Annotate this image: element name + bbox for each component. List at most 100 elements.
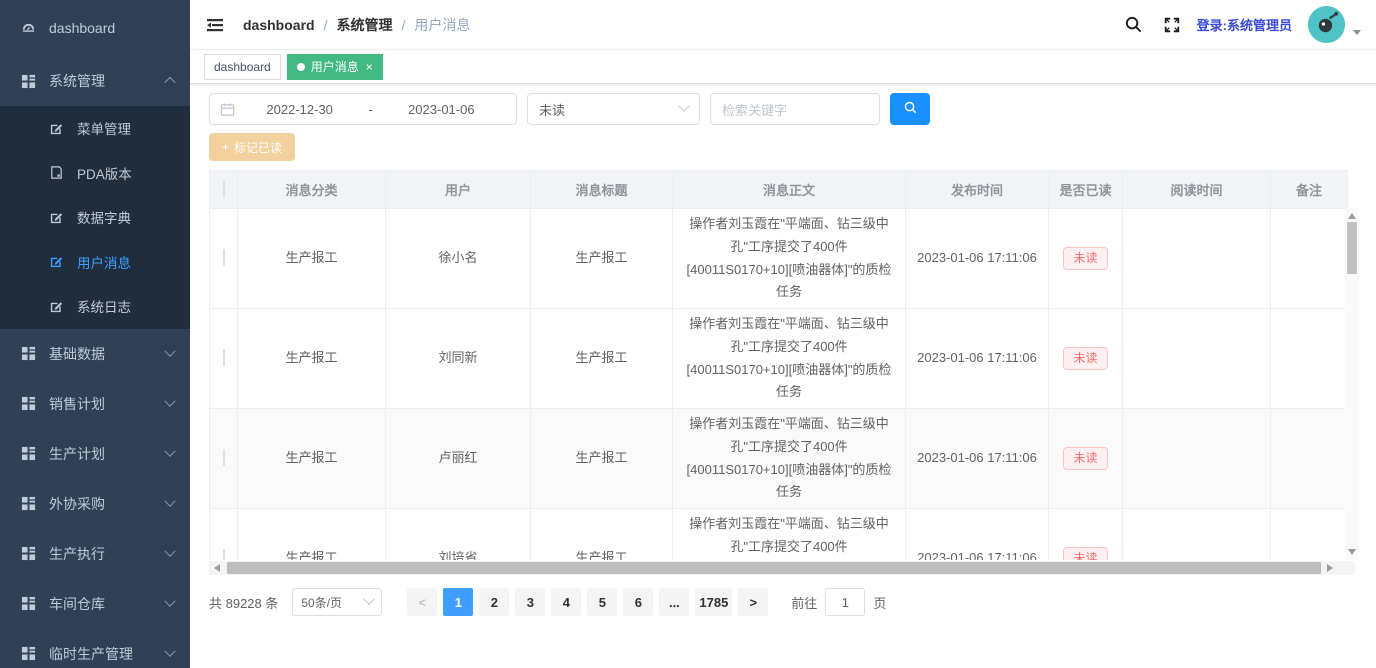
chevron-down-icon [364,594,375,605]
horizontal-scrollbar[interactable] [209,561,1355,575]
prev-page-button[interactable]: < [407,588,437,616]
date-end-value[interactable]: 2023-01-06 [377,102,506,117]
cell-user: 徐小名 [386,209,531,309]
sidebar-item-production-plan[interactable]: 生产计划 [0,429,190,479]
row-checkbox[interactable] [223,449,225,466]
cell-body: 操作者刘玉霞在"平端面、钻三级中孔"工序提交了400件[40011S0170+1… [673,509,906,561]
tab-dashboard[interactable]: dashboard [204,54,281,80]
sidebar-item-label: 数据字典 [77,207,174,227]
sidebar-item-production-exec[interactable]: 生产执行 [0,529,190,579]
active-dot-icon [297,63,305,71]
caret-down-icon[interactable] [1353,30,1361,35]
cell-read-status: 未读 [1049,209,1123,309]
search-button[interactable] [890,93,930,125]
page-button-3[interactable]: 3 [515,588,545,616]
breadcrumb-item-system-mgmt[interactable]: 系统管理 [336,15,392,35]
navbar-right: 登录:系统管理员 [1107,6,1361,43]
mark-read-button[interactable]: + 标记已读 [209,133,295,161]
cell-remark [1271,309,1348,409]
cell-read-time [1123,509,1271,561]
page-size-value: 50条/页 [301,594,342,611]
page-button-6[interactable]: 6 [623,588,653,616]
breadcrumb-item-current: 用户消息 [414,15,470,35]
sidebar-item-menu-mgmt[interactable]: 菜单管理 [0,106,190,151]
date-range-picker[interactable]: 2022-12-30 - 2023-01-06 [209,93,517,125]
scroll-left-arrow-icon[interactable] [214,564,220,572]
avatar[interactable] [1308,6,1345,43]
page-button-1785[interactable]: 1785 [695,588,732,616]
sidebar-item-user-messages[interactable]: 用户消息 [0,240,190,285]
table-row: 生产报工 徐小名 生产报工 操作者刘玉霞在"平端面、钻三级中孔"工序提交了400… [210,209,1348,309]
goto-page-input[interactable]: 1 [825,588,865,616]
cell-title: 生产报工 [531,209,673,309]
cell-time: 2023-01-06 17:11:06 [906,209,1049,309]
goto-label: 前往 [791,593,817,612]
vertical-scrollbar[interactable] [1345,208,1359,560]
total-count-label: 共 89228 条 [209,593,278,612]
page-button-5[interactable]: 5 [587,588,617,616]
cell-category: 生产报工 [238,409,386,509]
breadcrumb-separator: / [401,17,405,33]
table-row: 生产报工 卢丽红 生产报工 操作者刘玉霞在"平端面、钻三级中孔"工序提交了400… [210,409,1348,509]
collapse-sidebar-icon[interactable] [205,15,225,35]
unread-tag: 未读 [1063,547,1107,560]
grid-icon [20,546,36,562]
scroll-up-arrow-icon[interactable] [1348,213,1356,219]
sidebar-item-pda-version[interactable]: PDA版本 [0,151,190,196]
next-page-button[interactable]: > [738,588,768,616]
page-button-2[interactable]: 2 [479,588,509,616]
tab-user-messages[interactable]: 用户消息 × [287,54,383,80]
sidebar-item-system-mgmt[interactable]: 系统管理 [0,56,190,106]
messages-table: 消息分类 用户 消息标题 消息正文 发布时间 是否已读 阅读时间 备注 [209,170,1359,560]
search-icon[interactable] [1123,14,1145,36]
cell-category: 生产报工 [238,209,386,309]
sidebar-item-sales-plan[interactable]: 销售计划 [0,379,190,429]
grid-icon [20,496,36,512]
more-pages-button[interactable]: ... [659,588,689,616]
sidebar-item-temp-production-mgmt[interactable]: 临时生产管理 [0,629,190,668]
page-button-4[interactable]: 4 [551,588,581,616]
row-checkbox[interactable] [223,349,225,366]
grid-icon [20,346,36,362]
fullscreen-icon[interactable] [1161,14,1183,36]
select-all-checkbox[interactable] [223,181,225,198]
breadcrumb-item-dashboard[interactable]: dashboard [243,17,315,33]
read-status-select[interactable]: 未读 [527,93,700,125]
sidebar-item-base-data[interactable]: 基础数据 [0,329,190,379]
main-area: dashboard / 系统管理 / 用户消息 登录:系统管理员 [190,0,1376,668]
cell-remark [1271,209,1348,309]
sidebar-item-workshop-warehouse[interactable]: 车间仓库 [0,579,190,629]
scroll-right-arrow-icon[interactable] [1327,564,1333,572]
vertical-scrollbar-thumb[interactable] [1347,222,1357,274]
row-checkbox[interactable] [223,549,225,560]
cell-title: 生产报工 [531,509,673,561]
row-checkbox[interactable] [223,249,225,266]
edit-icon [48,209,64,225]
horizontal-scrollbar-thumb[interactable] [227,562,1321,574]
scroll-down-arrow-icon[interactable] [1348,549,1356,555]
page-size-select[interactable]: 50条/页 [292,588,382,616]
login-user-label: 登录:系统管理员 [1197,15,1292,34]
cell-read-status: 未读 [1049,309,1123,409]
unread-tag: 未读 [1063,447,1107,470]
plus-icon: + [222,140,229,154]
page-button-1[interactable]: 1 [443,588,473,616]
unread-tag: 未读 [1063,247,1107,270]
breadcrumb-separator: / [324,17,328,33]
sidebar-item-dashboard[interactable]: dashboard [0,0,190,56]
date-start-value[interactable]: 2022-12-30 [235,102,364,117]
close-icon[interactable]: × [366,61,373,73]
sidebar-item-outsourcing[interactable]: 外协采购 [0,479,190,529]
column-header: 消息分类 [238,171,386,209]
sidebar-item-system-log[interactable]: 系统日志 [0,284,190,329]
search-icon [903,100,918,118]
breadcrumb: dashboard / 系统管理 / 用户消息 [243,15,470,35]
sidebar-item-data-dictionary[interactable]: 数据字典 [0,195,190,240]
table-row: 生产报工 刘培省 生产报工 操作者刘玉霞在"平端面、钻三级中孔"工序提交了400… [210,509,1348,561]
keyword-input[interactable]: 检索关键字 [710,93,880,125]
cell-category: 生产报工 [238,309,386,409]
cell-read-status: 未读 [1049,509,1123,561]
tab-label: 用户消息 [311,58,359,75]
cell-user: 卢丽红 [386,409,531,509]
cell-time: 2023-01-06 17:11:06 [906,509,1049,561]
